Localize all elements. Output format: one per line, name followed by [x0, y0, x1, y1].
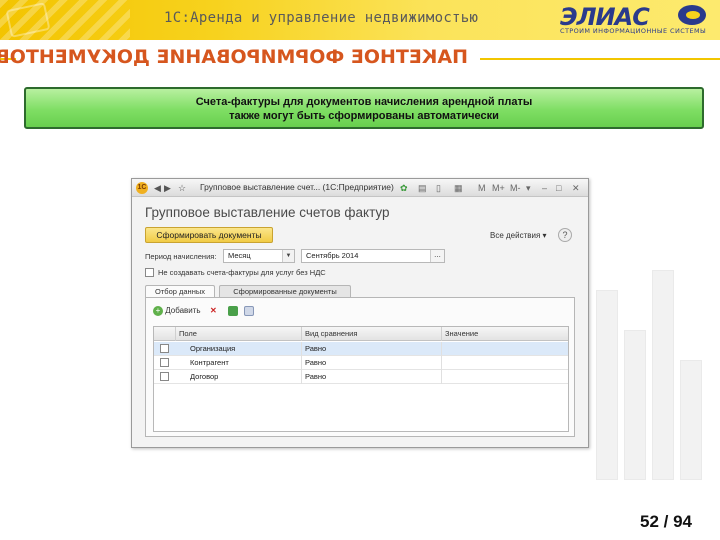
maximize-icon[interactable]: □ [556, 182, 561, 194]
info-line-1: Счета-фактуры для документов начисления … [195, 96, 533, 108]
add-button[interactable]: + Добавить [153, 305, 201, 317]
row-field: Договор [176, 370, 302, 384]
delete-icon[interactable]: ✕ [210, 305, 217, 317]
page-number: 52 / 94 [640, 512, 692, 531]
elias-logo: ЭЛИАС СТРОИМ ИНФОРМАЦИОННЫЕ СИСТЕМЫ [560, 3, 712, 37]
row-field: Организация [176, 342, 302, 356]
heading-rule-right [480, 58, 720, 60]
window-title: Групповое выставление счет... (1С:Предпр… [200, 182, 394, 192]
table-row[interactable]: Организация Равно [154, 342, 568, 356]
row-checkbox[interactable] [160, 358, 169, 367]
add-button-label: Добавить [165, 306, 201, 315]
back-arrow-icon[interactable]: ◀ [154, 182, 161, 194]
generate-documents-button[interactable]: Сформировать документы [145, 227, 273, 243]
banner-title: 1С:Аренда и управление недвижимостью [164, 10, 479, 26]
chevron-down-icon[interactable]: ▼ [282, 250, 294, 262]
all-actions-menu[interactable]: Все действия ▾ [490, 231, 547, 240]
row-value[interactable] [442, 356, 568, 370]
row-field: Контрагент [176, 356, 302, 370]
star-icon[interactable]: ☆ [178, 182, 186, 194]
period-select[interactable]: Месяц ▼ [223, 249, 295, 263]
table-row[interactable]: Контрагент Равно [154, 356, 568, 370]
add-icon: + [153, 305, 163, 316]
app-logo-icon[interactable]: 1С [136, 182, 148, 194]
favorites-icon[interactable]: ✿ [400, 182, 408, 194]
memory-minus-button[interactable]: M- [510, 182, 521, 194]
deco-bar [680, 360, 702, 480]
deco-bar [652, 270, 674, 480]
window-titlebar: 1С ◀ ▶ ☆ Групповое выставление счет... (… [132, 179, 588, 197]
calc-icon[interactable]: ▦ [454, 182, 463, 194]
period-label: Период начисления: [145, 252, 217, 261]
slide-heading: ПАКЕТНОЕ ФОРМИРОВАНИЕ ДОКУМЕНТОВ [0, 46, 468, 68]
minimize-icon[interactable]: – [542, 182, 547, 194]
row-checkbox[interactable] [160, 344, 169, 353]
row-value[interactable] [442, 342, 568, 356]
check-all-icon[interactable] [228, 305, 238, 317]
memory-plus-button[interactable]: M+ [492, 182, 505, 194]
help-button[interactable]: ? [558, 228, 572, 242]
form-title: Групповое выставление счетов фактур [145, 205, 390, 220]
doc-icon[interactable]: ▯ [436, 182, 441, 194]
filter-table: Поле Вид сравнения Значение Организация … [153, 326, 569, 432]
deco-bar [624, 330, 646, 480]
no-nds-checkbox[interactable] [145, 268, 154, 277]
print-icon[interactable]: ▤ [418, 182, 427, 194]
copy-icon[interactable] [244, 305, 254, 317]
app-window: 1С ◀ ▶ ☆ Групповое выставление счет... (… [131, 178, 589, 448]
slide-heading-row: ПАКЕТНОЕ ФОРМИРОВАНИЕ ДОКУМЕНТОВ [0, 42, 720, 72]
memory-m-button[interactable]: M [478, 182, 486, 194]
period-month-value: Сентябрь 2014 [306, 251, 359, 260]
tab-panel-data-filter: + Добавить ✕ Поле Вид сравнения Значение… [145, 297, 575, 437]
logo-subtitle: СТРОИМ ИНФОРМАЦИОННЫЕ СИСТЕМЫ [560, 27, 707, 35]
table-row[interactable]: Договор Равно [154, 370, 568, 384]
column-header-value[interactable]: Значение [442, 327, 568, 341]
column-header-field[interactable]: Поле [176, 327, 302, 341]
choose-period-button[interactable]: ... [430, 250, 444, 262]
row-comparison[interactable]: Равно [302, 370, 442, 384]
forward-arrow-icon[interactable]: ▶ [164, 182, 171, 194]
logo-mark-icon [678, 5, 706, 25]
period-month-field[interactable]: Сентябрь 2014 ... [301, 249, 445, 263]
period-select-value: Месяц [228, 251, 251, 260]
table-header: Поле Вид сравнения Значение [154, 327, 568, 341]
row-comparison[interactable]: Равно [302, 356, 442, 370]
row-checkbox[interactable] [160, 372, 169, 381]
top-banner: 1С:Аренда и управление недвижимостью ЭЛИ… [0, 0, 720, 40]
row-comparison[interactable]: Равно [302, 342, 442, 356]
info-callout: Счета-фактуры для документов начисления … [24, 87, 704, 129]
info-line-2: также могут быть сформированы автоматиче… [229, 110, 499, 122]
deco-bar [596, 290, 618, 480]
no-nds-checkbox-label: Не создавать счета-фактуры для услуг без… [158, 268, 326, 277]
column-header-comparison[interactable]: Вид сравнения [302, 327, 442, 341]
window-menu-icon[interactable]: ▾ [526, 182, 531, 194]
column-header-check [154, 327, 176, 341]
close-icon[interactable]: ✕ [572, 182, 580, 194]
row-value[interactable] [442, 370, 568, 384]
